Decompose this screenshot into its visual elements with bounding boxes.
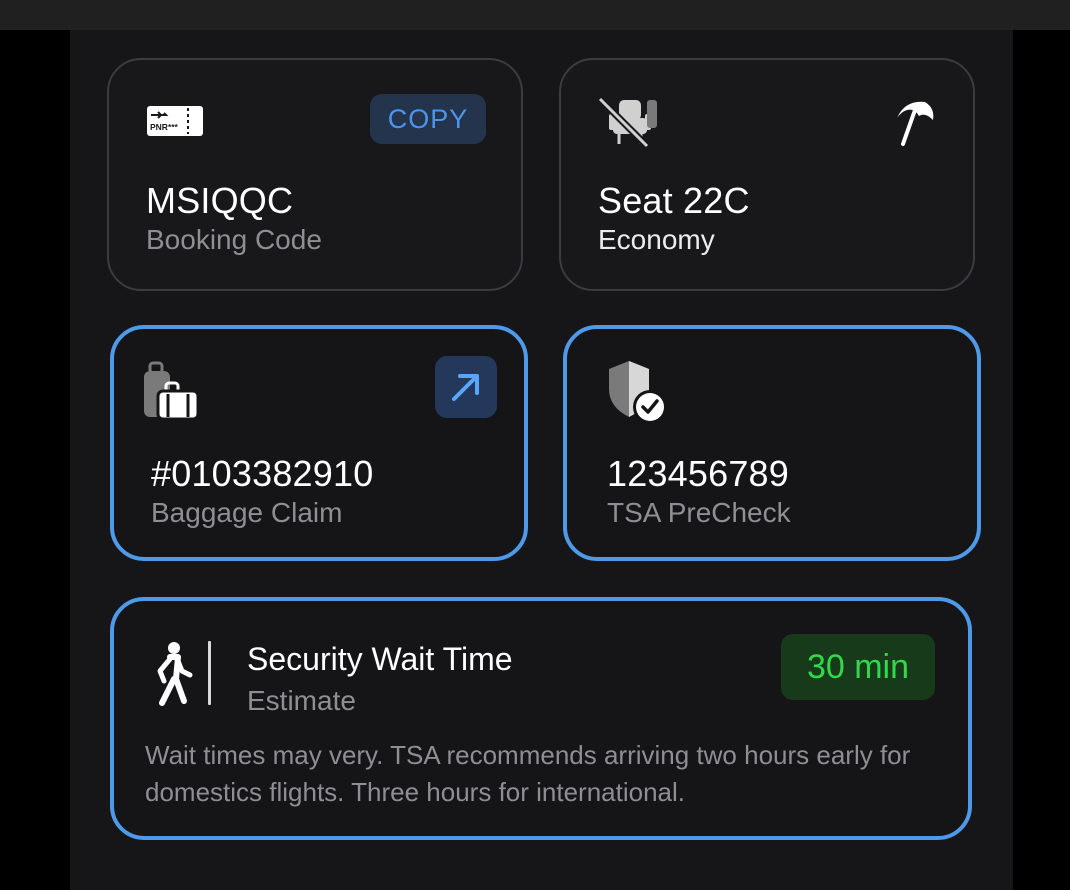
wait-time-badge: 30 min <box>781 634 935 700</box>
booking-code-card[interactable]: PNR*** COPY MSIQQC Booking Code <box>107 58 523 291</box>
security-wait-note: Wait times may very. TSA recommends arri… <box>145 740 911 807</box>
seat-card[interactable]: Seat 22C Economy <box>559 58 975 291</box>
boarding-pass-icon: PNR*** <box>146 104 204 138</box>
security-wait-title: Security Wait Time <box>247 641 513 677</box>
beach-umbrella-icon <box>891 98 937 146</box>
boarding-pass-icon-label: PNR*** <box>150 122 179 132</box>
tsa-precheck-label: TSA PreCheck <box>607 497 791 528</box>
booking-code-label: Booking Code <box>146 224 322 255</box>
arrow-up-right-icon <box>449 370 483 404</box>
baggage-claim-label: Baggage Claim <box>151 497 343 528</box>
booking-code-value: MSIQQC <box>146 180 294 221</box>
shield-check-icon <box>605 359 671 425</box>
walking-person-icon <box>152 641 194 707</box>
vertical-divider <box>208 641 211 705</box>
open-baggage-button[interactable] <box>435 356 497 418</box>
security-wait-card[interactable]: Security Wait Time Estimate 30 min Wait … <box>110 597 972 840</box>
luggage-icon <box>142 361 200 423</box>
copy-button[interactable]: COPY <box>370 94 486 144</box>
tsa-number-value: 123456789 <box>607 453 789 494</box>
seat-class-label: Economy <box>598 224 715 255</box>
baggage-claim-value: #0103382910 <box>151 453 374 494</box>
baggage-claim-card[interactable]: #0103382910 Baggage Claim <box>110 325 528 561</box>
trip-details-panel: PNR*** COPY MSIQQC Booking Code Seat 22C… <box>70 30 1013 890</box>
seat-unavailable-icon <box>597 96 659 149</box>
tsa-precheck-card[interactable]: 123456789 TSA PreCheck <box>563 325 981 561</box>
security-wait-subtitle: Estimate <box>247 685 356 716</box>
top-bar <box>0 0 1070 30</box>
seat-value: Seat 22C <box>598 180 750 221</box>
